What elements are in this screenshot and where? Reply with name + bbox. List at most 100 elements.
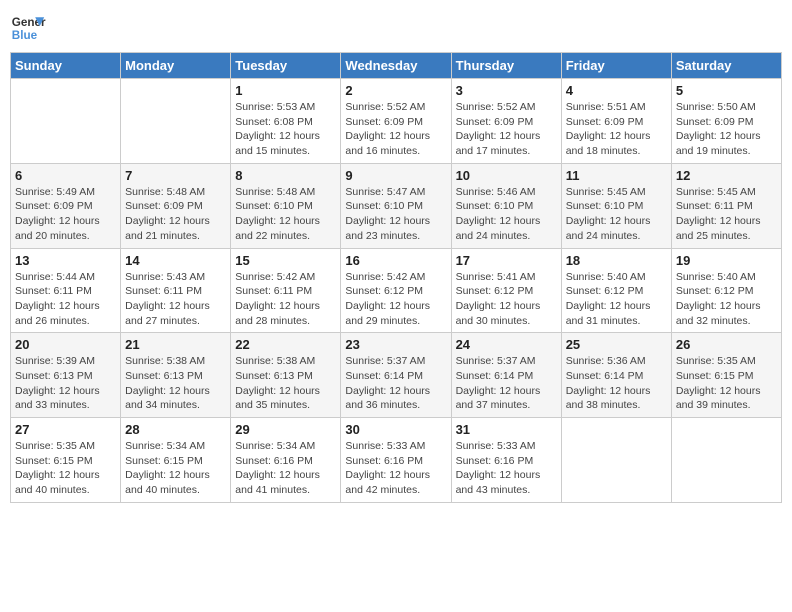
calendar-body: 1Sunrise: 5:53 AMSunset: 6:08 PMDaylight…	[11, 79, 782, 503]
calendar-cell: 18 Sunrise: 5:40 AMSunset: 6:12 PMDayligh…	[561, 248, 671, 333]
calendar-cell: 30 Sunrise: 5:33 AMSunset: 6:16 PMDayligh…	[341, 418, 451, 503]
day-number: 1	[235, 83, 336, 98]
day-info: Sunrise: 5:44 AMSunset: 6:11 PMDaylight:…	[15, 270, 116, 329]
header: General Blue	[10, 10, 782, 46]
calendar-cell: 7 Sunrise: 5:48 AMSunset: 6:09 PMDaylight…	[121, 163, 231, 248]
day-info: Sunrise: 5:42 AMSunset: 6:11 PMDaylight:…	[235, 270, 336, 329]
day-info: Sunrise: 5:33 AMSunset: 6:16 PMDaylight:…	[456, 439, 557, 498]
day-number: 21	[125, 337, 226, 352]
day-info: Sunrise: 5:45 AMSunset: 6:11 PMDaylight:…	[676, 185, 777, 244]
calendar-cell: 9 Sunrise: 5:47 AMSunset: 6:10 PMDaylight…	[341, 163, 451, 248]
day-info: Sunrise: 5:35 AMSunset: 6:15 PMDaylight:…	[676, 354, 777, 413]
calendar-cell: 23 Sunrise: 5:37 AMSunset: 6:14 PMDayligh…	[341, 333, 451, 418]
day-info: Sunrise: 5:47 AMSunset: 6:10 PMDaylight:…	[345, 185, 446, 244]
svg-text:Blue: Blue	[12, 29, 38, 42]
calendar-cell: 16Sunrise: 5:42 AMSunset: 6:12 PMDayligh…	[341, 248, 451, 333]
header-monday: Monday	[121, 53, 231, 79]
calendar-cell: 19 Sunrise: 5:40 AMSunset: 6:12 PMDayligh…	[671, 248, 781, 333]
day-info: Sunrise: 5:39 AMSunset: 6:13 PMDaylight:…	[15, 354, 116, 413]
day-info: Sunrise: 5:52 AMSunset: 6:09 PMDaylight:…	[345, 100, 446, 159]
header-thursday: Thursday	[451, 53, 561, 79]
day-number: 7	[125, 168, 226, 183]
day-info: Sunrise: 5:36 AMSunset: 6:14 PMDaylight:…	[566, 354, 667, 413]
day-number: 26	[676, 337, 777, 352]
day-number: 4	[566, 83, 667, 98]
day-number: 30	[345, 422, 446, 437]
day-info: Sunrise: 5:48 AMSunset: 6:09 PMDaylight:…	[125, 185, 226, 244]
calendar-cell: 25 Sunrise: 5:36 AMSunset: 6:14 PMDayligh…	[561, 333, 671, 418]
calendar-cell: 12 Sunrise: 5:45 AMSunset: 6:11 PMDayligh…	[671, 163, 781, 248]
week-row-4: 20Sunrise: 5:39 AMSunset: 6:13 PMDayligh…	[11, 333, 782, 418]
header-saturday: Saturday	[671, 53, 781, 79]
day-number: 12	[676, 168, 777, 183]
day-number: 2	[345, 83, 446, 98]
day-number: 27	[15, 422, 116, 437]
calendar-cell: 14 Sunrise: 5:43 AMSunset: 6:11 PMDayligh…	[121, 248, 231, 333]
header-sunday: Sunday	[11, 53, 121, 79]
week-row-3: 13 Sunrise: 5:44 AMSunset: 6:11 PMDayligh…	[11, 248, 782, 333]
day-info: Sunrise: 5:50 AMSunset: 6:09 PMDaylight:…	[676, 100, 777, 159]
calendar-cell: 26 Sunrise: 5:35 AMSunset: 6:15 PMDayligh…	[671, 333, 781, 418]
day-number: 19	[676, 253, 777, 268]
calendar-cell: 15 Sunrise: 5:42 AMSunset: 6:11 PMDayligh…	[231, 248, 341, 333]
day-number: 31	[456, 422, 557, 437]
day-info: Sunrise: 5:38 AMSunset: 6:13 PMDaylight:…	[125, 354, 226, 413]
day-info: Sunrise: 5:45 AMSunset: 6:10 PMDaylight:…	[566, 185, 667, 244]
calendar-cell: 27 Sunrise: 5:35 AMSunset: 6:15 PMDayligh…	[11, 418, 121, 503]
day-info: Sunrise: 5:35 AMSunset: 6:15 PMDaylight:…	[15, 439, 116, 498]
day-info: Sunrise: 5:34 AMSunset: 6:15 PMDaylight:…	[125, 439, 226, 498]
day-info: Sunrise: 5:38 AMSunset: 6:13 PMDaylight:…	[235, 354, 336, 413]
calendar-cell: 13 Sunrise: 5:44 AMSunset: 6:11 PMDayligh…	[11, 248, 121, 333]
calendar-cell: 21 Sunrise: 5:38 AMSunset: 6:13 PMDayligh…	[121, 333, 231, 418]
day-number: 10	[456, 168, 557, 183]
week-row-2: 6Sunrise: 5:49 AMSunset: 6:09 PMDaylight…	[11, 163, 782, 248]
day-number: 14	[125, 253, 226, 268]
day-number: 13	[15, 253, 116, 268]
day-number: 28	[125, 422, 226, 437]
header-tuesday: Tuesday	[231, 53, 341, 79]
day-info: Sunrise: 5:40 AMSunset: 6:12 PMDaylight:…	[566, 270, 667, 329]
day-number: 17	[456, 253, 557, 268]
calendar-cell: 5 Sunrise: 5:50 AMSunset: 6:09 PMDaylight…	[671, 79, 781, 164]
week-row-1: 1Sunrise: 5:53 AMSunset: 6:08 PMDaylight…	[11, 79, 782, 164]
day-number: 23	[345, 337, 446, 352]
calendar-cell: 28 Sunrise: 5:34 AMSunset: 6:15 PMDayligh…	[121, 418, 231, 503]
day-number: 9	[345, 168, 446, 183]
day-number: 15	[235, 253, 336, 268]
calendar-cell: 10 Sunrise: 5:46 AMSunset: 6:10 PMDayligh…	[451, 163, 561, 248]
day-number: 22	[235, 337, 336, 352]
logo: General Blue	[10, 10, 46, 46]
header-wednesday: Wednesday	[341, 53, 451, 79]
calendar-table: SundayMondayTuesdayWednesdayThursdayFrid…	[10, 52, 782, 503]
calendar-cell: 22 Sunrise: 5:38 AMSunset: 6:13 PMDayligh…	[231, 333, 341, 418]
calendar-cell: 17 Sunrise: 5:41 AMSunset: 6:12 PMDayligh…	[451, 248, 561, 333]
header-row: SundayMondayTuesdayWednesdayThursdayFrid…	[11, 53, 782, 79]
calendar-cell: 11Sunrise: 5:45 AMSunset: 6:10 PMDayligh…	[561, 163, 671, 248]
day-info: Sunrise: 5:41 AMSunset: 6:12 PMDaylight:…	[456, 270, 557, 329]
calendar-cell: 31 Sunrise: 5:33 AMSunset: 6:16 PMDayligh…	[451, 418, 561, 503]
calendar-cell	[561, 418, 671, 503]
day-info: Sunrise: 5:46 AMSunset: 6:10 PMDaylight:…	[456, 185, 557, 244]
calendar-cell: 3 Sunrise: 5:52 AMSunset: 6:09 PMDaylight…	[451, 79, 561, 164]
day-info: Sunrise: 5:37 AMSunset: 6:14 PMDaylight:…	[345, 354, 446, 413]
day-info: Sunrise: 5:40 AMSunset: 6:12 PMDaylight:…	[676, 270, 777, 329]
calendar-cell	[11, 79, 121, 164]
day-number: 5	[676, 83, 777, 98]
day-number: 6	[15, 168, 116, 183]
calendar-cell	[671, 418, 781, 503]
day-info: Sunrise: 5:43 AMSunset: 6:11 PMDaylight:…	[125, 270, 226, 329]
day-info: Sunrise: 5:52 AMSunset: 6:09 PMDaylight:…	[456, 100, 557, 159]
day-info: Sunrise: 5:33 AMSunset: 6:16 PMDaylight:…	[345, 439, 446, 498]
calendar-header: SundayMondayTuesdayWednesdayThursdayFrid…	[11, 53, 782, 79]
day-number: 3	[456, 83, 557, 98]
day-number: 18	[566, 253, 667, 268]
day-number: 25	[566, 337, 667, 352]
header-friday: Friday	[561, 53, 671, 79]
day-info: Sunrise: 5:37 AMSunset: 6:14 PMDaylight:…	[456, 354, 557, 413]
calendar-cell: 2 Sunrise: 5:52 AMSunset: 6:09 PMDaylight…	[341, 79, 451, 164]
day-info: Sunrise: 5:34 AMSunset: 6:16 PMDaylight:…	[235, 439, 336, 498]
day-number: 24	[456, 337, 557, 352]
calendar-cell: 20Sunrise: 5:39 AMSunset: 6:13 PMDayligh…	[11, 333, 121, 418]
calendar-cell	[121, 79, 231, 164]
day-info: Sunrise: 5:48 AMSunset: 6:10 PMDaylight:…	[235, 185, 336, 244]
